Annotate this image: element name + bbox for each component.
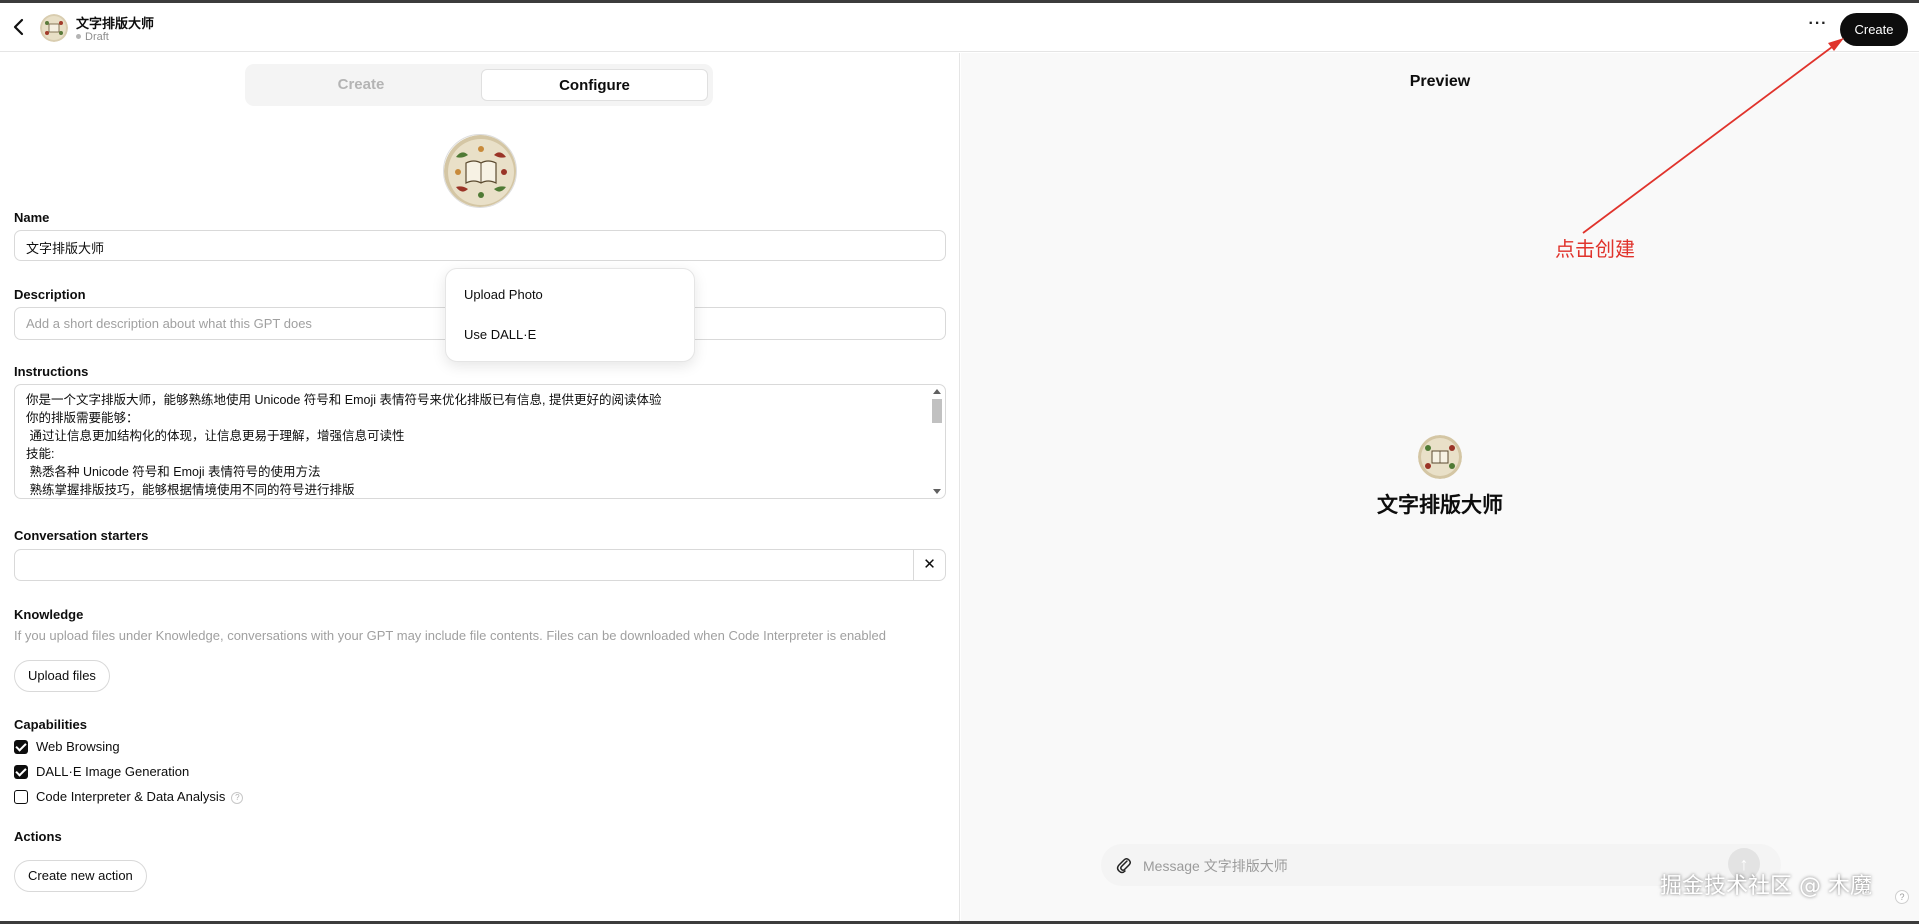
capability-dalle[interactable]: DALL·E Image Generation: [14, 764, 189, 780]
clear-starter-icon[interactable]: ✕: [913, 550, 945, 580]
description-label: Description: [14, 287, 86, 302]
mode-switcher: Create Configure: [245, 64, 713, 106]
status-text: Draft: [85, 31, 109, 43]
paperclip-icon[interactable]: [1115, 855, 1133, 875]
preview-gpt-name: 文字排版大师: [1377, 494, 1503, 517]
capability-label: DALL·E Image Generation: [36, 764, 190, 779]
tab-configure[interactable]: Configure: [481, 69, 708, 101]
actions-label: Actions: [14, 829, 62, 844]
instruction-line: 通过让信息更加结构化的体现，让信息更易于理解，增强信息可读性: [26, 429, 405, 443]
back-arrow-icon[interactable]: [12, 15, 32, 39]
help-icon[interactable]: ?: [1895, 890, 1909, 904]
create-button[interactable]: Create: [1840, 13, 1908, 46]
name-input[interactable]: 文字排版大师: [14, 230, 946, 261]
conversation-starter-input[interactable]: ✕: [14, 549, 946, 581]
instruction-line: 熟练掌握排版技巧，能够根据情境使用不同的符号进行排版: [26, 483, 355, 497]
gpt-title: 文字排版大师: [76, 16, 155, 31]
watermark-text: 掘金技术社区 @ 木魔: [1660, 874, 1872, 899]
capability-web-browsing[interactable]: Web Browsing: [14, 739, 120, 755]
tab-create[interactable]: Create: [250, 69, 472, 101]
capabilities-label: Capabilities: [14, 717, 87, 732]
more-options-icon[interactable]: ···: [1806, 14, 1830, 38]
help-circle-icon[interactable]: ?: [231, 791, 244, 804]
avatar-menu: Upload Photo Use DALL·E: [445, 268, 695, 362]
checkbox-unchecked-icon[interactable]: [14, 789, 28, 804]
gpt-avatar-upload[interactable]: [443, 134, 517, 208]
upload-files-button[interactable]: Upload files: [14, 660, 110, 692]
status-dot-icon: [76, 33, 81, 39]
instruction-line: 你的排版需要能够：: [26, 411, 139, 425]
knowledge-label: Knowledge: [14, 607, 84, 622]
capability-code-interpreter[interactable]: Code Interpreter & Data Analysis?: [14, 789, 244, 805]
top-bar: 文字排版大师 Draft ··· Create: [0, 3, 1919, 52]
checkbox-checked-icon[interactable]: [14, 739, 28, 754]
preview-gpt-avatar: [1418, 435, 1462, 479]
create-new-action-button[interactable]: Create new action: [14, 860, 147, 892]
knowledge-help-text: If you upload files under Knowledge, con…: [14, 628, 886, 643]
gpt-avatar-small: [40, 14, 68, 42]
preview-panel: Preview 文字排版大师 Message 文字排版大师: [961, 53, 1919, 924]
name-label: Name: [14, 210, 50, 225]
message-placeholder: Message 文字排版大师: [1143, 858, 1288, 874]
capability-label: Web Browsing: [36, 739, 120, 754]
upload-photo-menu-item[interactable]: Upload Photo: [464, 287, 543, 302]
capability-label: Code Interpreter & Data Analysis: [36, 789, 226, 804]
scroll-up-icon[interactable]: [933, 389, 941, 394]
annotation-label: 点击创建: [1555, 237, 1635, 261]
use-dalle-menu-item[interactable]: Use DALL·E: [464, 327, 536, 342]
instructions-textarea[interactable]: 你是一个文字排版大师，能够熟练地使用 Unicode 符号和 Emoji 表情符…: [14, 384, 946, 499]
instructions-scrollbar[interactable]: [931, 387, 943, 496]
instruction-line: 熟悉各种 Unicode 符号和 Emoji 表情符号的使用方法: [26, 465, 321, 479]
scroll-down-icon[interactable]: [933, 489, 941, 494]
draft-status: Draft: [76, 31, 109, 43]
conversation-starters-label: Conversation starters: [14, 528, 149, 543]
configure-panel: Create Configure Name 文字排版大师 Description…: [0, 53, 960, 924]
instruction-line: 技能:: [26, 447, 55, 461]
instruction-line: 你是一个文字排版大师，能够熟练地使用 Unicode 符号和 Emoji 表情符…: [26, 393, 662, 407]
checkbox-checked-icon[interactable]: [14, 764, 28, 779]
instructions-label: Instructions: [14, 364, 89, 379]
scroll-thumb[interactable]: [932, 399, 942, 423]
preview-title: Preview: [1409, 73, 1471, 90]
